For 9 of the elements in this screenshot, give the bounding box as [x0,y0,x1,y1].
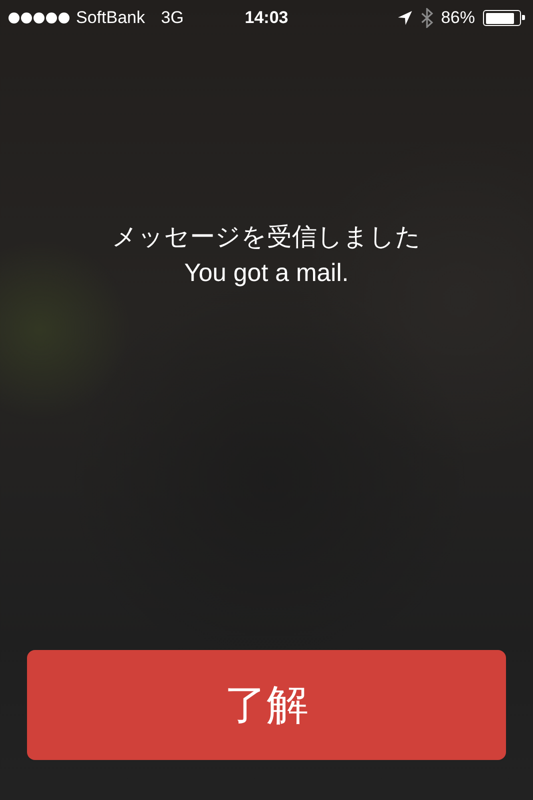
battery-percentage: 86% [440,8,475,28]
signal-icon [8,12,70,24]
carrier-name: SoftBank [76,8,145,28]
clock-time: 14:03 [244,8,288,28]
network-type: 3G [161,8,184,28]
ok-button[interactable]: 了解 [27,650,506,760]
location-arrow-icon [396,10,413,26]
alert-title: メッセージを受信しました [112,222,421,253]
alert-message: You got a mail. [184,259,349,288]
